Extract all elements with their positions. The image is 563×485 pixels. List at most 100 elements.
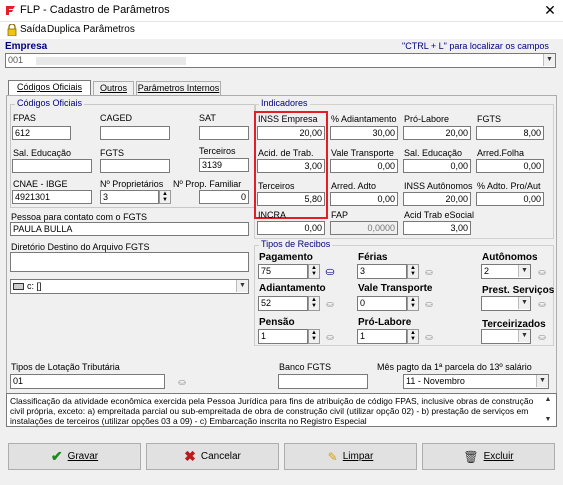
gravar-button[interactable]: ✔ Gravar [8,443,141,470]
terceiros-input[interactable]: 3139 [199,158,249,172]
mes-13-label: Mês pagto da 1ª parcela do 13º salário [377,362,532,372]
drive-value: c: [] [27,281,42,291]
autonomos-label: Autônomos [482,252,538,263]
num-proprietarios-spinner[interactable]: ▲ ▼ [159,190,171,204]
empresa-select[interactable]: 001 [5,53,556,68]
ferias-label: Férias [358,252,388,263]
vale-transp-ind-input[interactable]: 0,00 [330,159,398,173]
prest-servicos-dropdown-icon[interactable]: ▼ [518,297,530,309]
drive-icon [13,283,24,291]
mes-13-dropdown-icon[interactable]: ▼ [536,375,548,387]
pro-labore-recibo-input[interactable]: 1 [357,329,407,344]
tab-codigos-oficiais[interactable]: Códigos Oficiais [8,80,91,95]
terceiros-ind-input[interactable]: 5,80 [257,192,325,206]
menu-exit[interactable]: Saída [20,24,46,35]
adiantamento-pct-input[interactable]: 30,00 [330,126,398,140]
pagamento-input[interactable]: 75 [258,264,308,279]
tab-outros[interactable]: Outros [93,81,134,95]
num-proprietarios-input[interactable]: 3 [100,190,159,204]
incra-label: INCRA [258,210,287,220]
empresa-dropdown-icon[interactable]: ▼ [543,54,555,66]
pro-labore-binoculars-icon[interactable]: ⛀ [423,331,435,343]
adiantamento-recibo-spinner[interactable]: ▲ ▼ [308,296,320,311]
window-title: FLP - Cadastro de Parâmetros [20,4,170,16]
pagamento-label: Pagamento [259,252,313,263]
ferias-spinner[interactable]: ▲ ▼ [407,264,419,279]
fgts-label: FGTS [100,148,124,158]
adto-pro-aut-input[interactable]: 0,00 [476,192,544,206]
lotacao-binoculars-icon[interactable]: ⛀ [176,376,188,388]
indicadores-title: Indicadores [259,98,310,108]
terceiros-label: Terceiros [199,146,236,156]
num-prop-familiar-input[interactable]: 0 [199,190,249,204]
pensao-spinner[interactable]: ▲ ▼ [308,329,320,344]
excluir-button[interactable]: 🗑 Excluir [422,443,555,470]
empresa-hint: "CTRL + L" para localizar os campos [402,41,549,51]
sal-educ-ind-label: Sal. Educação [404,148,463,158]
acid-trab-label: Acid. de Trab. [258,148,314,158]
contato-fgts-input[interactable]: PAULA BULLA [10,222,249,236]
fpas-label: FPAS [13,113,36,123]
arred-folha-input[interactable]: 0,00 [476,159,544,173]
tab-parametros-internos[interactable]: Parâmetros Internos [136,81,221,95]
tipos-recibos-title: Tipos de Recibos [259,239,333,249]
empresa-name-redacted [35,56,186,65]
diretorio-fgts-input[interactable] [10,252,249,272]
pagamento-binoculars-icon[interactable]: ⛀ [324,266,336,278]
arred-folha-label: Arred.Folha [477,148,525,158]
mes-13-select[interactable]: 11 - Novembro [403,374,549,389]
vale-transp-binoculars-icon[interactable]: ⛀ [423,298,435,310]
banco-fgts-input[interactable] [278,374,368,389]
vale-transp-recibo-spinner[interactable]: ▲ ▼ [407,296,419,311]
lotacao-input[interactable]: 01 [10,374,165,389]
drive-select[interactable]: c: [] [10,279,249,294]
fgts-input[interactable] [100,159,170,173]
terceirizados-binoculars-icon[interactable]: ⛀ [536,331,548,343]
cancelar-button[interactable]: ✖ Cancelar [146,443,279,470]
pro-labore-input[interactable]: 20,00 [403,126,471,140]
prest-servicos-binoculars-icon[interactable]: ⛀ [536,298,548,310]
caged-input[interactable] [100,126,170,140]
contato-fgts-label: Pessoa para contato com o FGTS [11,212,148,222]
pro-labore-recibo-spinner[interactable]: ▲ ▼ [407,329,419,344]
autonomos-dropdown-icon[interactable]: ▼ [518,265,530,277]
adiantamento-recibo-input[interactable]: 52 [258,296,308,311]
pro-labore-recibo-label: Pró-Labore [358,317,412,328]
adiantamento-binoculars-icon[interactable]: ⛀ [324,298,336,310]
cnae-input[interactable]: 4921301 [12,190,92,204]
arred-adto-input[interactable]: 0,00 [330,192,398,206]
fgts-ind-label: FGTS [477,114,501,124]
acid-esocial-input[interactable]: 3,00 [403,221,471,235]
terceirizados-dropdown-icon[interactable]: ▼ [518,330,530,342]
caged-label: CAGED [100,113,133,123]
sal-educ-ind-input[interactable]: 0,00 [403,159,471,173]
ferias-binoculars-icon[interactable]: ⛀ [423,266,435,278]
vale-transp-recibo-input[interactable]: 0 [357,296,407,311]
inss-autonomos-input[interactable]: 20,00 [403,192,471,206]
limpar-button[interactable]: ✎ Limpar [284,443,417,470]
arred-adto-label: Arred. Adto [331,181,377,191]
num-prop-familiar-label: Nº Prop. Familiar [173,179,242,189]
description-scrollbar[interactable]: ▲ ▼ [543,395,553,425]
acid-esocial-label: Acid Trab eSocial [404,210,475,220]
autonomos-binoculars-icon[interactable]: ⛀ [536,266,548,278]
acid-trab-input[interactable]: 3,00 [257,159,325,173]
drive-dropdown-icon[interactable]: ▼ [236,280,248,292]
close-button[interactable]: ✕ [540,1,560,19]
sat-input[interactable] [199,126,249,140]
fpas-input[interactable]: 612 [12,126,71,140]
app-logo-icon [6,6,15,15]
ferias-input[interactable]: 3 [357,264,407,279]
num-proprietarios-label: Nº Proprietários [100,179,164,189]
adiantamento-pct-label: % Adiantamento [331,114,397,124]
pensao-input[interactable]: 1 [258,329,308,344]
incra-input[interactable]: 0,00 [257,221,325,235]
adto-pro-aut-label: % Adto. Pro/Aut [477,181,541,191]
sal-educacao-input[interactable] [12,159,92,173]
pensao-binoculars-icon[interactable]: ⛀ [324,331,336,343]
fgts-ind-input[interactable]: 8,00 [476,126,544,140]
fap-input[interactable]: 0,0000 [330,221,398,235]
menu-duplicate[interactable]: Duplica Parâmetros [47,24,135,35]
pagamento-spinner[interactable]: ▲ ▼ [308,264,320,279]
inss-empresa-input[interactable]: 20,00 [257,126,325,140]
